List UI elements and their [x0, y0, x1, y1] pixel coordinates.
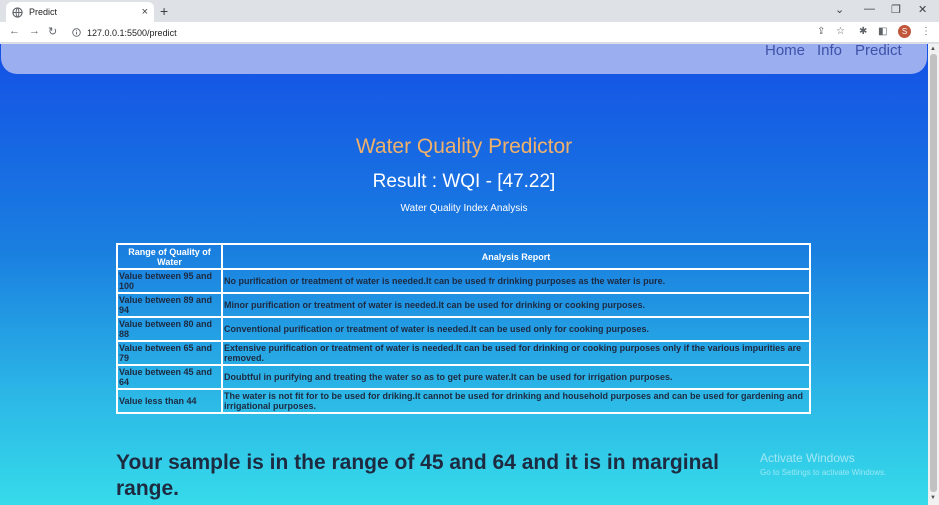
- restore-icon[interactable]: ❐: [891, 3, 901, 16]
- globe-icon: [12, 6, 23, 18]
- table-row: Value between 95 and 100 No purification…: [116, 268, 811, 294]
- address-bar[interactable]: 127.0.0.1:5500/predict: [64, 24, 824, 41]
- info-icon[interactable]: [72, 28, 81, 37]
- range-cell: Value between 89 and 94: [116, 292, 223, 318]
- scroll-up-icon[interactable]: ▲: [930, 46, 936, 52]
- column-header-report: Analysis Report: [221, 243, 811, 270]
- star-icon[interactable]: ☆: [836, 26, 845, 37]
- report-cell: No purification or treatment of water is…: [221, 268, 811, 294]
- report-cell: Conventional purification or treatment o…: [221, 316, 811, 342]
- table-row: Value between 45 and 64 Doubtful in puri…: [116, 364, 811, 390]
- tab-bar: Predict × + ⌄ — ❐ ✕: [0, 0, 939, 22]
- new-tab-button[interactable]: +: [160, 3, 168, 19]
- close-icon[interactable]: ×: [142, 6, 148, 18]
- range-cell: Value between 65 and 79: [116, 340, 223, 366]
- table-header-row: Range of Quality of Water Analysis Repor…: [116, 243, 811, 270]
- wqi-table: Range of Quality of Water Analysis Repor…: [116, 243, 811, 414]
- report-cell: Minor purification or treatment of water…: [221, 292, 811, 318]
- browser-tab[interactable]: Predict ×: [6, 2, 154, 22]
- page-title: Water Quality Predictor: [355, 135, 573, 158]
- table-row: Value less than 44 The water is not fit …: [116, 388, 811, 414]
- nav-predict-link[interactable]: Predict: [855, 44, 902, 59]
- range-cell: Value less than 44: [116, 388, 223, 414]
- menu-icon[interactable]: ⋮: [921, 26, 931, 37]
- chevron-down-icon[interactable]: ⌄: [835, 3, 844, 16]
- nav-home-link[interactable]: Home: [765, 44, 805, 59]
- table-row: Value between 80 and 88 Conventional pur…: [116, 316, 811, 342]
- table-row: Value between 89 and 94 Minor purificati…: [116, 292, 811, 318]
- activate-windows-hint: Go to Settings to activate Windows.: [760, 468, 887, 477]
- report-cell: Extensive purification or treatment of w…: [221, 340, 811, 366]
- avatar[interactable]: S: [898, 25, 911, 38]
- page-viewport: Home Info Predict Water Quality Predicto…: [0, 44, 928, 505]
- table-row: Value between 65 and 79 Extensive purifi…: [116, 340, 811, 366]
- url-text: 127.0.0.1:5500/predict: [87, 27, 177, 38]
- column-header-range: Range of Quality of Water: [116, 243, 223, 270]
- range-cell: Value between 80 and 88: [116, 316, 223, 342]
- back-icon[interactable]: ←: [9, 25, 20, 37]
- page-scrollbar[interactable]: ▲ ▼: [928, 44, 939, 505]
- analysis-subtitle: Water Quality Index Analysis: [400, 203, 528, 214]
- tab-title: Predict: [29, 7, 58, 17]
- reload-icon[interactable]: ↻: [48, 25, 57, 38]
- activate-windows-watermark: Activate Windows: [760, 451, 855, 465]
- forward-icon[interactable]: →: [29, 25, 40, 37]
- result-text: Result : WQI - [47.22]: [372, 171, 556, 192]
- conclusion-text: Your sample is in the range of 45 and 64…: [116, 451, 719, 500]
- extensions-icon[interactable]: ✱: [859, 26, 867, 37]
- share-icon[interactable]: ⇪: [817, 26, 825, 37]
- report-cell: The water is not fit for to be used for …: [221, 388, 811, 414]
- range-cell: Value between 45 and 64: [116, 364, 223, 390]
- sidepanel-icon[interactable]: ◧: [878, 26, 887, 37]
- window-close-icon[interactable]: ✕: [918, 3, 927, 16]
- browser-toolbar: ← → ↻ 127.0.0.1:5500/predict ⇪ ☆ ✱ ◧ ⋮: [0, 22, 939, 43]
- minimize-icon[interactable]: —: [864, 3, 875, 15]
- range-cell: Value between 95 and 100: [116, 268, 223, 294]
- scroll-down-icon[interactable]: ▼: [930, 495, 936, 501]
- report-cell: Doubtful in purifying and treating the w…: [221, 364, 811, 390]
- scroll-thumb[interactable]: [930, 54, 937, 492]
- site-navbar: Home Info Predict: [1, 44, 927, 74]
- nav-info-link[interactable]: Info: [817, 44, 842, 59]
